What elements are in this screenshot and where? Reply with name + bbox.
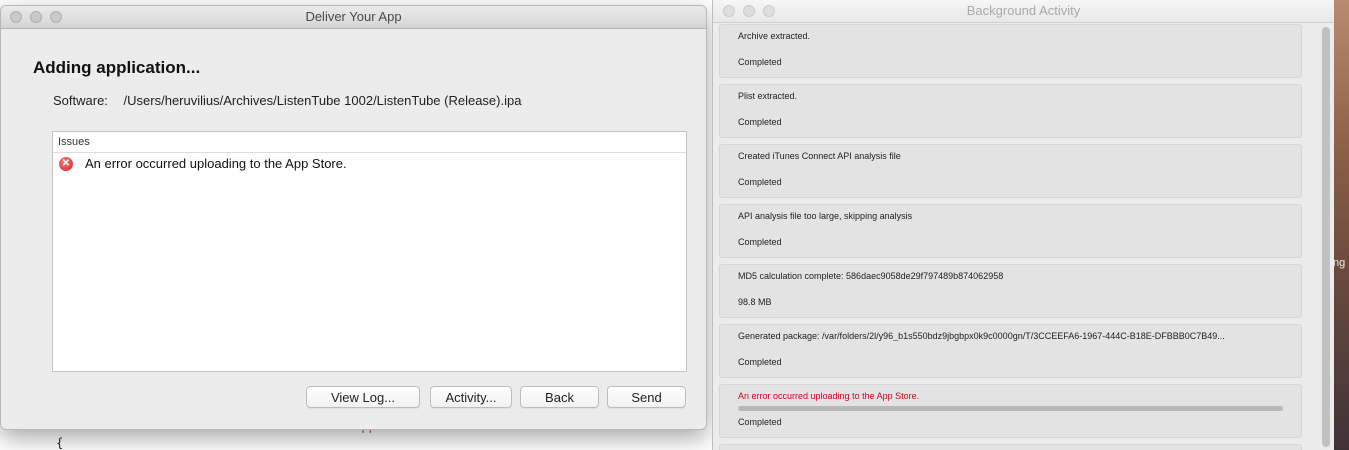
activity-message: Created iTunes Connect API analysis file bbox=[738, 151, 901, 161]
window-title: Deliver Your App bbox=[305, 9, 402, 24]
software-path: /Users/heruvilius/Archives/ListenTube 10… bbox=[123, 93, 522, 108]
activity-item[interactable] bbox=[719, 444, 1302, 450]
close-button[interactable] bbox=[723, 5, 735, 17]
desktop-text: ng bbox=[1333, 257, 1346, 269]
error-icon: ✕ bbox=[59, 156, 73, 171]
activity-titlebar[interactable]: Background Activity bbox=[713, 0, 1334, 23]
activity-status: Completed bbox=[738, 417, 782, 427]
activity-button[interactable]: Activity... bbox=[430, 386, 512, 408]
activity-item[interactable]: MD5 calculation complete: 586daec9058de2… bbox=[719, 264, 1302, 318]
activity-item[interactable]: Plist extracted. Completed bbox=[719, 84, 1302, 138]
issues-header[interactable]: Issues bbox=[53, 132, 686, 153]
activity-status: Completed bbox=[738, 357, 782, 367]
activity-status: Completed bbox=[738, 237, 782, 247]
minimize-button[interactable] bbox=[30, 11, 42, 23]
view-log-button[interactable]: View Log... bbox=[306, 386, 420, 408]
activity-status: Completed bbox=[738, 117, 782, 127]
activity-item[interactable]: Created iTunes Connect API analysis file… bbox=[719, 144, 1302, 198]
minimize-button[interactable] bbox=[743, 5, 755, 17]
activity-message: Generated package: /var/folders/2l/y96_b… bbox=[738, 331, 1225, 341]
software-label: Software: bbox=[53, 93, 108, 108]
background-activity-window: Background Activity Archive extracted. C… bbox=[712, 0, 1334, 450]
back-button[interactable]: Back bbox=[520, 386, 599, 408]
window-title: Background Activity bbox=[966, 3, 1081, 18]
activity-item[interactable]: API analysis file too large, skipping an… bbox=[719, 204, 1302, 258]
progress-bar bbox=[738, 406, 1283, 411]
activity-item-error[interactable]: An error occurred uploading to the App S… bbox=[719, 384, 1302, 438]
software-row: Software: /Users/heruvilius/Archives/Lis… bbox=[53, 93, 521, 108]
activity-message: Plist extracted. bbox=[738, 91, 798, 101]
activity-item[interactable]: Generated package: /var/folders/2l/y96_b… bbox=[719, 324, 1302, 378]
deliver-window: Deliver Your App Adding application... S… bbox=[0, 5, 707, 430]
issue-row[interactable]: ✕ An error occurred uploading to the App… bbox=[59, 156, 347, 171]
desktop-wallpaper bbox=[1333, 0, 1349, 450]
activity-error-message: An error occurred uploading to the App S… bbox=[738, 391, 920, 401]
activity-status: Completed bbox=[738, 57, 782, 67]
scrollbar-thumb[interactable] bbox=[1322, 27, 1330, 447]
zoom-button[interactable] bbox=[763, 5, 775, 17]
activity-message: API analysis file too large, skipping an… bbox=[738, 211, 913, 221]
zoom-button[interactable] bbox=[50, 11, 62, 23]
activity-status: 98.8 MB bbox=[738, 297, 772, 307]
activity-message: Archive extracted. bbox=[738, 31, 811, 41]
issues-table[interactable]: Issues ✕ An error occurred uploading to … bbox=[52, 131, 687, 372]
activity-message: MD5 calculation complete: 586daec9058de2… bbox=[738, 271, 1004, 281]
deliver-titlebar[interactable]: Deliver Your App bbox=[1, 6, 706, 29]
close-button[interactable] bbox=[10, 11, 22, 23]
window-controls bbox=[723, 5, 775, 17]
window-controls bbox=[10, 11, 62, 23]
send-button[interactable]: Send bbox=[607, 386, 686, 408]
code-line: { bbox=[56, 436, 64, 450]
page-title: Adding application... bbox=[33, 58, 201, 77]
scrollbar[interactable] bbox=[1320, 24, 1332, 450]
issue-text: An error occurred uploading to the App S… bbox=[85, 156, 347, 171]
activity-item[interactable]: Archive extracted. Completed bbox=[719, 24, 1302, 78]
activity-status: Completed bbox=[738, 177, 782, 187]
